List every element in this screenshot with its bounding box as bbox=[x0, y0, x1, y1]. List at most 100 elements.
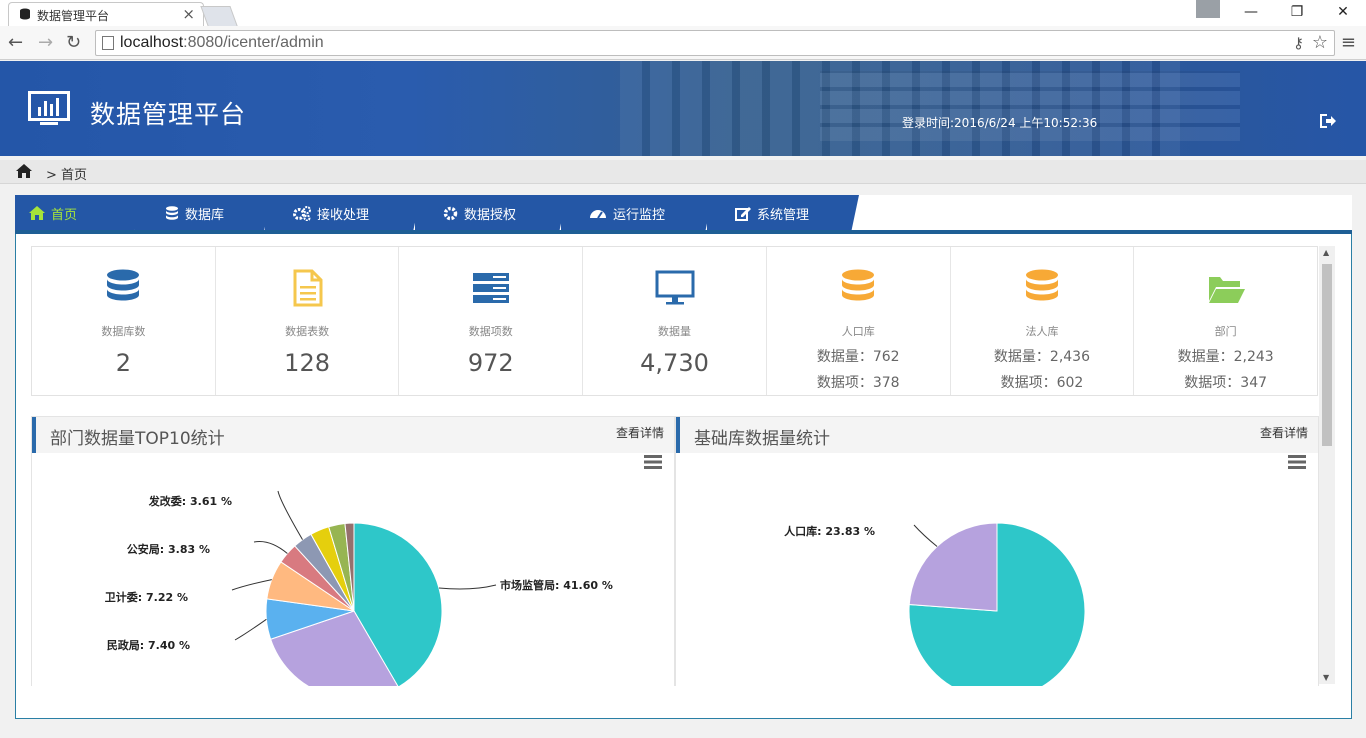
base-db-panel: 基础库数据量统计 查看详情 人口库: 23.83 % bbox=[675, 416, 1319, 686]
tab-receive[interactable]: 接收处理 bbox=[265, 195, 421, 231]
key-icon[interactable]: ⚷ bbox=[1293, 34, 1304, 52]
stat-population-db[interactable]: 人口库 数据量：762 数据项：378 bbox=[767, 247, 951, 395]
stat-items: 数据项：602 bbox=[1000, 375, 1084, 391]
content-scrollbar[interactable]: ▲ ▼ bbox=[1319, 246, 1335, 684]
label-leader-line bbox=[234, 618, 267, 641]
bar-chart-logo-icon bbox=[28, 91, 70, 125]
stats-row: 数据库数 2 数据表数 128 数据项数 972 数据量 4,730 人口库 数… bbox=[31, 246, 1318, 396]
tab-system-label: 系统管理 bbox=[757, 207, 810, 223]
edit-icon bbox=[735, 206, 751, 221]
logout-icon[interactable] bbox=[1318, 113, 1336, 129]
tab-monitor-label: 运行监控 bbox=[613, 207, 666, 223]
stat-items: 数据项：378 bbox=[816, 375, 900, 391]
home-icon bbox=[29, 206, 45, 220]
main-nav: 首页 数据库 接收处理 数据授权 运行监控 系统管理 bbox=[15, 195, 1352, 234]
document-icon bbox=[293, 269, 323, 307]
tab-home-label: 首页 bbox=[51, 207, 78, 223]
tab-home[interactable]: 首页 bbox=[15, 195, 141, 231]
stat-value: 2 bbox=[115, 349, 131, 377]
database-icon bbox=[842, 269, 875, 301]
stat-items: 数据项：347 bbox=[1184, 375, 1268, 391]
database-favicon-icon bbox=[20, 8, 30, 20]
panel-title: 基础库数据量统计 bbox=[694, 429, 830, 449]
label-leader-line bbox=[253, 541, 288, 554]
panel-header: 基础库数据量统计 查看详情 bbox=[676, 417, 1318, 453]
stat-label: 部门 bbox=[1214, 325, 1237, 338]
label-leader-line bbox=[277, 490, 303, 540]
stat-data-volume[interactable]: 数据量 4,730 bbox=[583, 247, 767, 395]
browser-menu-icon[interactable]: ≡ bbox=[1341, 32, 1356, 53]
stat-department[interactable]: 部门 数据量：2,243 数据项：347 bbox=[1134, 247, 1317, 395]
address-bar[interactable]: localhost:8080/icenter/admin ⚷ ☆ bbox=[95, 30, 1335, 56]
back-arrow-icon[interactable]: ← bbox=[8, 32, 23, 53]
tab-authorize-label: 数据授权 bbox=[464, 207, 517, 223]
dept-pie-chart: 市场监管局: 41.60 % 民政局: 7.40 % 卫计委: 7.22 % 公安局:… bbox=[105, 490, 613, 686]
browser-tab[interactable]: 数据管理平台 × bbox=[8, 2, 204, 26]
main-panel: 首页 数据库 接收处理 数据授权 运行监控 系统管理 数据库数 2 数据表数 1… bbox=[15, 195, 1352, 719]
close-window-button[interactable]: ✕ bbox=[1320, 0, 1366, 24]
view-details-link[interactable]: 查看详情 bbox=[1260, 424, 1308, 441]
database-icon bbox=[1025, 269, 1058, 301]
stat-table-count[interactable]: 数据表数 128 bbox=[216, 247, 400, 395]
dept-top10-panel: 部门数据量TOP10统计 查看详情 市场监管局: 41.60 % 民政局: 7.4… bbox=[31, 416, 675, 686]
stat-value: 4,730 bbox=[640, 349, 709, 377]
label-leader-line bbox=[438, 584, 497, 590]
slice-label: 人口库: 23.83 % bbox=[784, 524, 875, 538]
slice-label: 民政局: 7.40 % bbox=[107, 638, 190, 652]
view-details-link[interactable]: 查看详情 bbox=[616, 424, 664, 441]
stat-label: 人口库 bbox=[841, 325, 875, 338]
stat-label: 数据项数 bbox=[468, 325, 513, 338]
dashboard-icon bbox=[590, 210, 606, 219]
tab-authorize[interactable]: 数据授权 bbox=[415, 195, 567, 231]
breadcrumb: > 首页 bbox=[0, 160, 1366, 184]
forward-arrow-icon[interactable]: → bbox=[38, 32, 53, 53]
page-icon bbox=[102, 36, 114, 50]
stat-database-count[interactable]: 数据库数 2 bbox=[32, 247, 216, 395]
app-title: 数据管理平台 bbox=[90, 100, 247, 129]
gear-icon bbox=[443, 206, 458, 220]
stat-label: 数据表数 bbox=[285, 325, 330, 338]
slice-label: 发改委: 3.61 % bbox=[148, 494, 232, 508]
tab-system[interactable]: 系统管理 bbox=[707, 195, 859, 231]
home-icon[interactable] bbox=[16, 164, 32, 178]
slice-label: 卫计委: 7.22 % bbox=[105, 590, 188, 604]
slice-label: 市场监管局: 41.60 % bbox=[500, 578, 613, 592]
folder-open-icon bbox=[1208, 277, 1245, 303]
user-profile-icon[interactable] bbox=[1196, 0, 1220, 18]
panel-header: 部门数据量TOP10统计 查看详情 bbox=[32, 417, 674, 453]
stat-item-count[interactable]: 数据项数 972 bbox=[399, 247, 584, 395]
page-footer bbox=[0, 722, 1366, 738]
stat-volume: 数据量：2,243 bbox=[1177, 349, 1274, 365]
stat-legal-person-db[interactable]: 法人库 数据量：2,436 数据项：602 bbox=[951, 247, 1135, 395]
minimize-button[interactable]: — bbox=[1228, 0, 1274, 24]
maximize-button[interactable]: ❐ bbox=[1274, 0, 1320, 24]
tab-database-label: 数据库 bbox=[185, 207, 225, 223]
stat-volume: 数据量：762 bbox=[816, 349, 900, 365]
scroll-thumb[interactable] bbox=[1322, 264, 1332, 446]
scroll-down-icon[interactable]: ▼ bbox=[1323, 673, 1329, 682]
breadcrumb-current: > 首页 bbox=[46, 168, 88, 183]
stat-label: 数据量 bbox=[658, 325, 692, 338]
nav-underline bbox=[15, 230, 1352, 234]
bookmark-star-icon[interactable]: ☆ bbox=[1312, 32, 1328, 53]
new-tab-button[interactable] bbox=[200, 6, 238, 26]
stat-value: 972 bbox=[467, 349, 514, 377]
scroll-up-icon[interactable]: ▲ bbox=[1323, 248, 1329, 257]
label-leader-line bbox=[913, 524, 938, 547]
tab-receive-label: 接收处理 bbox=[317, 207, 370, 223]
app-header: 数据管理平台 登录时间:2016/6/24 上午10:52:36 bbox=[0, 61, 1366, 156]
monitor-icon bbox=[655, 270, 695, 305]
close-tab-icon[interactable]: × bbox=[182, 5, 195, 23]
stat-label: 数据库数 bbox=[101, 325, 146, 338]
url-path: :8080/icenter/admin bbox=[183, 34, 324, 51]
dashboard-content: 数据库数 2 数据表数 128 数据项数 972 数据量 4,730 人口库 数… bbox=[31, 246, 1321, 686]
base-db-pie-chart: 人口库: 23.83 % bbox=[784, 522, 1086, 686]
url-host: localhost bbox=[120, 34, 184, 51]
pie-slice-人口库[interactable] bbox=[908, 522, 998, 612]
stat-value: 128 bbox=[284, 349, 330, 377]
tab-monitor[interactable]: 运行监控 bbox=[561, 195, 713, 231]
reload-icon[interactable]: ↻ bbox=[66, 32, 81, 53]
tab-database[interactable]: 数据库 bbox=[135, 195, 271, 231]
slice-label: 公安局: 3.83 % bbox=[127, 542, 210, 556]
cogs-icon bbox=[293, 205, 311, 221]
